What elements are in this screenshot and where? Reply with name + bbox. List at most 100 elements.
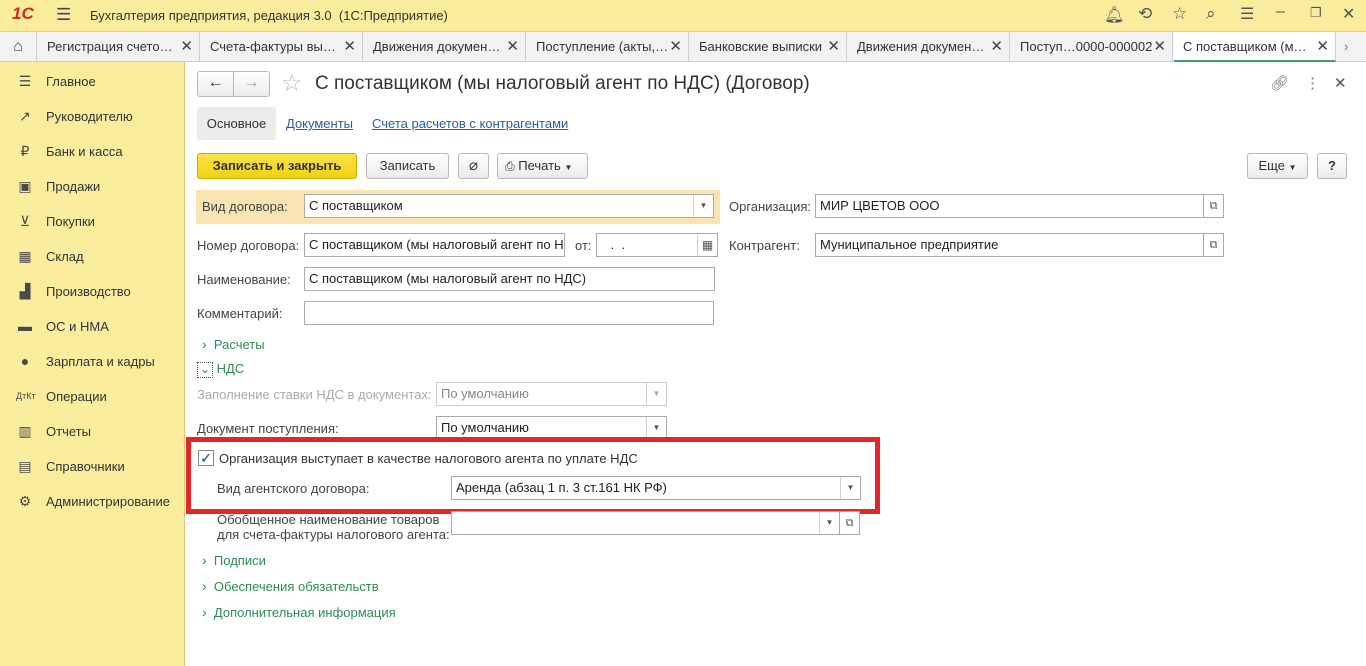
date-field[interactable]: . . ▦ [596, 233, 718, 257]
more-button[interactable]: Еще ▼ [1247, 153, 1308, 179]
comment-label: Комментарий: [197, 306, 283, 321]
tabs-scroll-right-icon[interactable]: › [1344, 39, 1348, 54]
sidebar-item-main[interactable]: ☰ Главное [0, 64, 185, 99]
sections-sidebar: ☰ Главное ↗ Руководителю ₽ Банк и касса ▣ Пр… [0, 62, 185, 666]
window-tab-label: Банковские выписки [699, 39, 823, 54]
goods-name-select[interactable]: ▼ [451, 511, 840, 535]
group-collateral[interactable]: › Обеспечения обязательств [202, 578, 379, 594]
receipt-doc-label: Документ поступления: [197, 421, 339, 436]
restore-icon[interactable]: ❐ [1310, 5, 1322, 21]
open-organization-icon[interactable]: ⧉ [1204, 194, 1224, 218]
warehouse-icon: ▦ [18, 248, 32, 264]
subtab-documents[interactable]: Документы [286, 116, 353, 131]
name-field[interactable]: С поставщиком (мы налоговый агент по НДС… [304, 267, 715, 291]
window-tab[interactable]: Движения докумен… ✕ [848, 32, 1010, 62]
back-button[interactable]: ← [197, 71, 234, 97]
trend-icon: ↗ [19, 108, 31, 124]
chevron-down-icon[interactable]: ▼ [693, 195, 713, 217]
truck-icon: ▬ [18, 318, 32, 334]
sidebar-item-label: Банк и касса [46, 144, 123, 159]
bag-icon: ▣ [18, 178, 32, 194]
sidebar-item-label: Операции [46, 389, 107, 404]
sidebar-item-production[interactable]: ▟ Производство [0, 274, 185, 309]
close-tab-icon[interactable]: ✕ [343, 32, 356, 61]
link-icon[interactable]: 🔗︎ [1270, 74, 1289, 92]
close-window-icon[interactable]: ✕ [1342, 4, 1355, 24]
contract-type-select[interactable]: С поставщиком ▼ [304, 194, 714, 218]
close-tab-icon[interactable]: ✕ [669, 32, 682, 61]
sidebar-item-bank[interactable]: ₽ Банк и касса [0, 134, 185, 169]
sidebar-item-manager[interactable]: ↗ Руководителю [0, 99, 185, 134]
tax-agent-checkbox[interactable]: ✓ [198, 450, 214, 466]
close-tab-icon[interactable]: ✕ [827, 32, 840, 61]
help-button[interactable]: ? [1317, 153, 1347, 179]
print-button[interactable]: ⎙ Печать ▼ [497, 153, 588, 179]
search-icon[interactable]: ⌕ [1206, 4, 1216, 24]
window-tab[interactable]: Поступ…0000-000002 ✕ [1011, 32, 1173, 62]
close-tab-icon[interactable]: ✕ [180, 32, 193, 61]
history-icon[interactable]: ⟲ [1138, 4, 1152, 24]
close-tab-icon[interactable]: ✕ [1316, 32, 1329, 60]
window-tab[interactable]: Поступление (акты,… ✕ [527, 32, 689, 62]
open-counterparty-icon[interactable]: ⧉ [1204, 233, 1224, 257]
close-tab-icon[interactable]: ✕ [506, 32, 519, 61]
more-actions-icon[interactable]: ⋮ [1305, 74, 1320, 92]
sidebar-item-salary[interactable]: ● Зарплата и кадры [0, 344, 185, 379]
settings-menu-icon[interactable]: ☰ [1240, 4, 1254, 24]
favorite-star-icon[interactable]: ☆ [281, 69, 303, 98]
subtab-main[interactable]: Основное [197, 107, 276, 140]
cart-icon: ⊻ [19, 213, 31, 229]
window-tab-active[interactable]: С поставщиком (м… ✕ [1174, 32, 1336, 62]
sidebar-item-label: Зарплата и кадры [46, 354, 155, 369]
menu-icon: ☰ [18, 73, 32, 89]
group-settlements[interactable]: › Расчеты [202, 336, 265, 352]
vat-rate-fill-select[interactable]: По умолчанию ▼ [436, 382, 667, 406]
window-tab[interactable]: Регистрация счето… ✕ [38, 32, 200, 62]
sidebar-item-warehouse[interactable]: ▦ Склад [0, 239, 185, 274]
sidebar-item-purchases[interactable]: ⊻ Покупки [0, 204, 185, 239]
home-icon[interactable]: ⌂ [0, 32, 37, 62]
sidebar-item-label: Справочники [46, 459, 125, 474]
date-label: от: [575, 238, 592, 253]
star-icon[interactable]: ☆ [1172, 4, 1187, 24]
subtab-accounts[interactable]: Счета расчетов с контрагентами [372, 116, 568, 131]
chevron-down-icon[interactable]: ▼ [840, 477, 860, 499]
window-tab[interactable]: Банковские выписки ✕ [690, 32, 847, 62]
sidebar-item-catalogs[interactable]: ▤ Справочники [0, 449, 185, 484]
group-additional[interactable]: › Дополнительная информация [202, 604, 396, 620]
chevron-down-icon: ▼ [564, 163, 573, 172]
group-signatures[interactable]: › Подписи [202, 552, 266, 568]
sidebar-item-assets[interactable]: ▬ ОС и НМА [0, 309, 185, 344]
hamburger-menu-icon[interactable]: ☰ [56, 5, 71, 25]
contract-number-field[interactable]: С поставщиком (мы налоговый агент по Н [304, 233, 565, 257]
calendar-icon[interactable]: ▦ [697, 234, 717, 256]
sidebar-item-sales[interactable]: ▣ Продажи [0, 169, 185, 204]
close-form-icon[interactable]: ✕ [1334, 74, 1347, 92]
sidebar-item-admin[interactable]: ⚙ Администрирование [0, 484, 185, 519]
save-and-close-button[interactable]: Записать и закрыть [197, 153, 357, 179]
chevron-down-icon[interactable]: ▼ [819, 512, 839, 534]
group-settlements-label: Расчеты [213, 337, 265, 352]
close-tab-icon[interactable]: ✕ [1153, 32, 1166, 61]
group-vat[interactable]: ⌄ НДС [197, 361, 244, 378]
sidebar-item-operations[interactable]: ДтКт Операции [0, 379, 185, 414]
close-tab-icon[interactable]: ✕ [990, 32, 1003, 61]
chevron-down-icon[interactable]: ▼ [646, 383, 666, 405]
save-label: Записать [379, 158, 436, 173]
attach-button[interactable]: ⌀ [458, 153, 489, 179]
save-button[interactable]: Записать [366, 153, 449, 179]
bell-icon[interactable]: 🔔︎ [1104, 5, 1124, 25]
sidebar-item-reports[interactable]: ▥ Отчеты [0, 414, 185, 449]
minimize-icon[interactable]: – [1276, 3, 1285, 21]
organization-field[interactable]: МИР ЦВЕТОВ ООО [815, 194, 1204, 218]
window-tab[interactable]: Счета-фактуры вы… ✕ [201, 32, 363, 62]
counterparty-label: Контрагент: [729, 238, 800, 253]
forward-button[interactable]: → [233, 71, 270, 97]
comment-field[interactable] [304, 301, 714, 325]
counterparty-field[interactable]: Муниципальное предприятие [815, 233, 1204, 257]
chevron-down-icon[interactable]: ▼ [646, 417, 666, 439]
counterparty-value: Муниципальное предприятие [820, 237, 999, 252]
window-tab[interactable]: Движения докумен… ✕ [364, 32, 526, 62]
agent-contract-type-select[interactable]: Аренда (абзац 1 п. 3 ст.161 НК РФ) ▼ [451, 476, 861, 500]
open-goods-name-icon[interactable]: ⧉ [840, 511, 860, 535]
